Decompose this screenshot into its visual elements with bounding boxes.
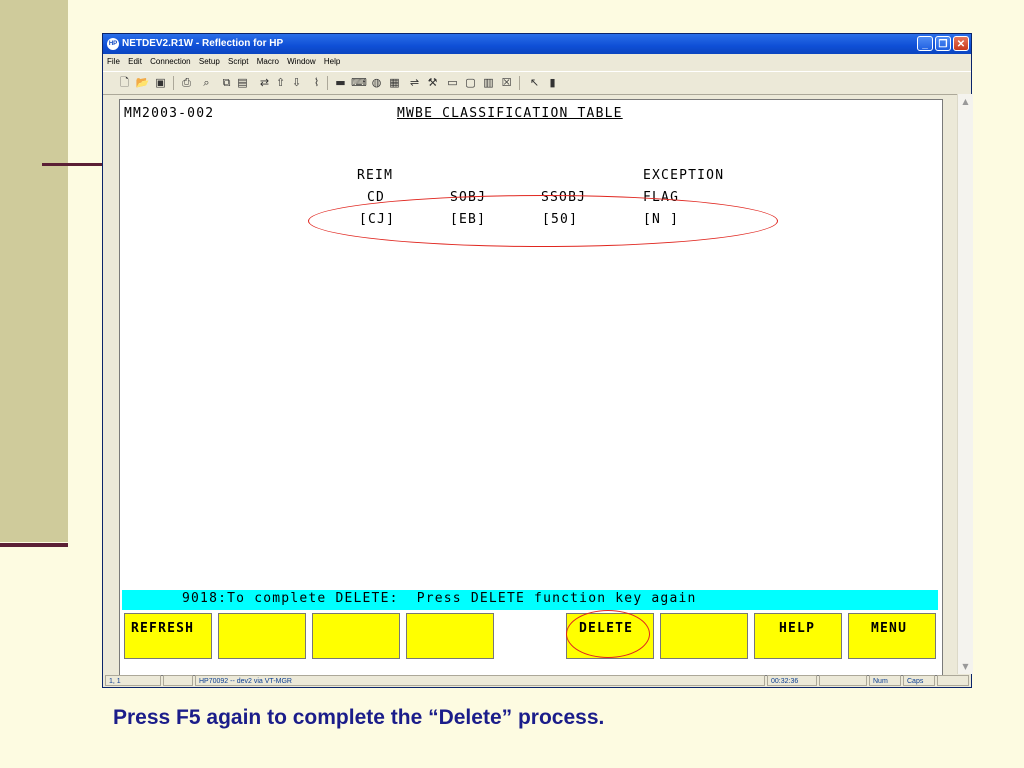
colors-icon[interactable]: ◍ bbox=[369, 75, 384, 90]
menu-script[interactable]: Script bbox=[228, 57, 248, 66]
slide-caption: Press F5 again to complete the “Delete” … bbox=[113, 706, 605, 729]
menu-edit[interactable]: Edit bbox=[128, 57, 142, 66]
toolbar: 🗋 📂 ▣ ⎙ ⌕ ⧉ ▤ ⇄ ⇧ ⇩ ⌇ ▬ ⌨ ◍ ▦ ⇌ ⚒ ▭ ▢ ▥ … bbox=[103, 71, 971, 95]
annotation-circle-delete bbox=[566, 610, 650, 658]
help-pointer-icon[interactable]: ↖ bbox=[527, 75, 542, 90]
send-file-icon[interactable]: ⇧ bbox=[273, 75, 288, 90]
menu-window[interactable]: Window bbox=[287, 57, 315, 66]
status-empty bbox=[819, 675, 867, 686]
display-icon[interactable]: ▬ bbox=[333, 75, 348, 90]
message-bar: 9018:To complete DELETE: Press DELETE fu… bbox=[122, 590, 938, 610]
menu-setup[interactable]: Setup bbox=[199, 57, 220, 66]
close-icon: ✕ bbox=[956, 39, 966, 50]
scroll-down-icon[interactable]: ▼ bbox=[958, 659, 973, 674]
paste-icon[interactable]: ▤ bbox=[235, 75, 250, 90]
fkey-f8-menu[interactable]: MENU bbox=[848, 613, 936, 659]
screen-id: MM2003-002 bbox=[124, 106, 215, 121]
menu-bar: File Edit Connection Setup Script Macro … bbox=[103, 54, 971, 70]
menu-file[interactable]: File bbox=[107, 57, 120, 66]
fkey-label: MENU bbox=[871, 621, 908, 636]
status-num: Num bbox=[869, 675, 901, 686]
keyboard-icon[interactable]: ⌨ bbox=[351, 75, 367, 90]
open-icon[interactable]: 📂 bbox=[135, 75, 150, 90]
fkey-f4[interactable] bbox=[406, 613, 494, 659]
book-icon[interactable]: ▮ bbox=[545, 75, 560, 90]
column-header-reim: REIM bbox=[357, 168, 394, 183]
menu-connection[interactable]: Connection bbox=[150, 57, 190, 66]
app-icon[interactable]: HP bbox=[107, 38, 119, 50]
reflection-window: HP NETDEV2.R1W - Reflection for HP _ ❐ ✕… bbox=[102, 33, 973, 688]
screen-icon[interactable]: ▭ bbox=[445, 75, 460, 90]
status-cursor: 1, 1 bbox=[105, 675, 161, 686]
new-icon[interactable]: 🗋 bbox=[117, 75, 132, 90]
restore-button[interactable]: ❐ bbox=[935, 36, 951, 51]
column-header-exception: EXCEPTION bbox=[643, 168, 725, 183]
copy-icon[interactable]: ⧉ bbox=[219, 75, 234, 90]
toolbar-separator bbox=[327, 76, 328, 90]
annotation-circle-fields bbox=[308, 195, 778, 247]
slide-side-band bbox=[0, 0, 68, 542]
title-bar[interactable]: HP NETDEV2.R1W - Reflection for HP _ ❐ ✕ bbox=[103, 34, 971, 54]
status-connection: HP70092 -- dev2 via VT-MGR bbox=[195, 675, 765, 686]
terminal-icon[interactable]: ▦ bbox=[387, 75, 402, 90]
slide-rule-bottom bbox=[0, 543, 68, 547]
terminal-screen[interactable]: MM2003-002 MWBE CLASSIFICATION TABLE REI… bbox=[119, 99, 943, 676]
message-text: 9018:To complete DELETE: Press DELETE fu… bbox=[182, 591, 697, 606]
screen-title: MWBE CLASSIFICATION TABLE bbox=[397, 106, 623, 121]
fkey-f6[interactable] bbox=[660, 613, 748, 659]
dialog-icon[interactable]: ▢ bbox=[463, 75, 478, 90]
window-title: NETDEV2.R1W - Reflection for HP bbox=[122, 38, 284, 49]
receive-file-icon[interactable]: ⇩ bbox=[289, 75, 304, 90]
fkey-label: HELP bbox=[779, 621, 816, 636]
fkey-label: REFRESH bbox=[131, 621, 195, 636]
status-time: 00:32:36 bbox=[767, 675, 817, 686]
close-button[interactable]: ✕ bbox=[953, 36, 969, 51]
options-icon[interactable]: ☒ bbox=[499, 75, 514, 90]
fkey-f2[interactable] bbox=[218, 613, 306, 659]
minimize-button[interactable]: _ bbox=[917, 36, 933, 51]
toolbar-separator bbox=[173, 76, 174, 90]
status-empty bbox=[937, 675, 969, 686]
macro-icon[interactable]: ⌇ bbox=[309, 75, 324, 90]
toolbar-separator bbox=[519, 76, 520, 90]
fkey-blank-gap bbox=[500, 613, 566, 659]
print-icon[interactable]: ⎙ bbox=[179, 75, 194, 90]
status-empty bbox=[163, 675, 193, 686]
tools-icon[interactable]: ⚒ bbox=[425, 75, 440, 90]
find-icon[interactable]: ⌕ bbox=[199, 75, 214, 90]
chart-icon[interactable]: ▥ bbox=[481, 75, 496, 90]
status-caps: Caps bbox=[903, 675, 935, 686]
transfer-icon[interactable]: ⇌ bbox=[407, 75, 422, 90]
connect-icon[interactable]: ⇄ bbox=[257, 75, 272, 90]
slide-rule-top bbox=[42, 163, 102, 166]
fkey-f3[interactable] bbox=[312, 613, 400, 659]
save-icon[interactable]: ▣ bbox=[153, 75, 168, 90]
scroll-up-icon[interactable]: ▲ bbox=[958, 94, 973, 109]
menu-macro[interactable]: Macro bbox=[257, 57, 279, 66]
vertical-scrollbar[interactable]: ▲ ▼ bbox=[957, 94, 973, 674]
fkey-f1-refresh[interactable]: REFRESH bbox=[124, 613, 212, 659]
minimize-icon: _ bbox=[922, 39, 928, 50]
restore-icon: ❐ bbox=[938, 39, 948, 50]
status-bar: 1, 1 HP70092 -- dev2 via VT-MGR 00:32:36… bbox=[103, 674, 971, 688]
menu-help[interactable]: Help bbox=[324, 57, 340, 66]
fkey-f7-help[interactable]: HELP bbox=[754, 613, 842, 659]
